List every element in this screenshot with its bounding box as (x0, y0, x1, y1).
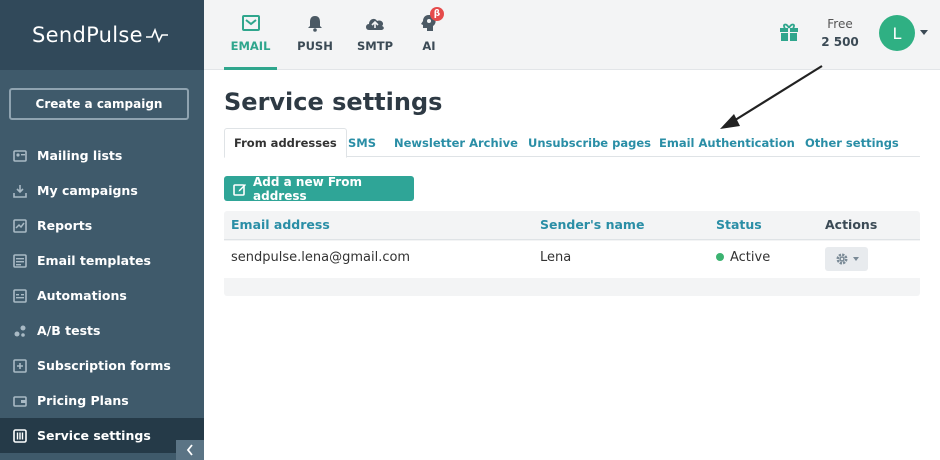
sidebar-nav: Mailing lists My campaigns Reports Email… (0, 138, 204, 453)
sidebar-item-mailing-lists[interactable]: Mailing lists (0, 138, 204, 173)
tab-smtp[interactable]: SMTP (355, 0, 395, 70)
ab-tests-icon (12, 323, 27, 338)
chevron-down-icon (852, 257, 859, 261)
sidebar-item-subscription-forms[interactable]: Subscription forms (0, 348, 204, 383)
status-label: Active (730, 250, 771, 265)
column-sender-name[interactable]: Sender's name (540, 217, 644, 232)
gift-icon[interactable] (778, 20, 800, 42)
sidebar-item-automations[interactable]: Automations (0, 278, 204, 313)
tab-label: AI (422, 39, 436, 53)
avatar[interactable]: L (879, 15, 915, 51)
sender-cell: Lena (540, 250, 572, 265)
sidebar-item-ab-tests[interactable]: A/B tests (0, 313, 204, 348)
from-addresses-table: Email address Sender's name Status Actio… (224, 211, 920, 296)
sidebar-item-label: Service settings (37, 428, 151, 443)
tab-ai[interactable]: β AI (416, 0, 444, 70)
sidebar: SendPulse Create a campaign Mailing list… (0, 0, 204, 460)
sidebar-item-label: Automations (37, 288, 127, 303)
plan-name: Free (827, 17, 853, 31)
tab-label: SMTP (357, 39, 393, 53)
status-dot (716, 252, 724, 261)
sidebar-item-label: Subscription forms (37, 358, 171, 373)
mailing-lists-icon (12, 148, 27, 163)
email-icon (241, 12, 260, 34)
pulse-logo-icon (145, 27, 168, 43)
sidebar-item-pricing-plans[interactable]: Pricing Plans (0, 383, 204, 418)
email-cell: sendpulse.lena@gmail.com (231, 250, 411, 265)
sidebar-item-label: Email templates (37, 253, 151, 268)
annotation-arrow (720, 65, 823, 129)
edit-icon (233, 182, 247, 196)
page-title: Service settings (224, 88, 443, 116)
table-header: Email address Sender's name Status Actio… (224, 211, 920, 240)
column-status[interactable]: Status (716, 217, 762, 232)
cloud-icon (364, 12, 386, 34)
brand-name: SendPulse (32, 23, 143, 47)
tab-newsletter-archive[interactable]: Newsletter Archive (394, 128, 518, 157)
forms-icon (12, 358, 27, 373)
brand-logo[interactable]: SendPulse (0, 0, 204, 70)
tab-email[interactable]: EMAIL (224, 0, 277, 70)
sidebar-item-label: Mailing lists (37, 148, 123, 163)
row-actions-button[interactable] (825, 247, 868, 271)
tab-push[interactable]: PUSH (295, 0, 335, 70)
status-badge: Active (716, 250, 770, 265)
plan-info[interactable]: Free 2 500 (810, 15, 870, 51)
collapse-sidebar-button[interactable] (176, 440, 204, 460)
automations-icon (12, 288, 27, 303)
tab-sms[interactable]: SMS (348, 128, 376, 157)
sidebar-item-label: A/B tests (37, 323, 101, 338)
tab-unsubscribe-pages[interactable]: Unsubscribe pages (528, 128, 651, 157)
column-email[interactable]: Email address (231, 217, 330, 232)
reports-icon (12, 218, 27, 233)
tab-label: PUSH (297, 39, 333, 53)
column-actions: Actions (825, 217, 878, 232)
sidebar-item-email-templates[interactable]: Email templates (0, 243, 204, 278)
sidebar-item-label: Pricing Plans (37, 393, 129, 408)
chevron-left-icon (186, 444, 193, 456)
campaigns-icon (12, 183, 27, 198)
settings-sliders-icon (12, 428, 27, 443)
sidebar-item-service-settings[interactable]: Service settings (0, 418, 204, 453)
templates-icon (12, 253, 27, 268)
tab-from-addresses[interactable]: From addresses (224, 128, 347, 158)
sidebar-item-my-campaigns[interactable]: My campaigns (0, 173, 204, 208)
table-row: sendpulse.lena@gmail.com Lena Active (224, 241, 920, 278)
tab-label: EMAIL (230, 39, 271, 53)
sidebar-item-reports[interactable]: Reports (0, 208, 204, 243)
sidebar-item-label: My campaigns (37, 183, 138, 198)
create-campaign-button[interactable]: Create a campaign (9, 88, 189, 120)
sidebar-item-label: Reports (37, 218, 93, 233)
wallet-icon (12, 393, 27, 408)
add-button-label: Add a new From address (253, 174, 362, 203)
bell-icon (306, 12, 324, 34)
plan-amount: 2 500 (821, 35, 859, 49)
add-from-address-button[interactable]: Add a new From address (224, 174, 414, 203)
gear-icon (836, 253, 847, 265)
chevron-down-icon[interactable] (920, 30, 928, 35)
beta-badge: β (430, 7, 444, 21)
